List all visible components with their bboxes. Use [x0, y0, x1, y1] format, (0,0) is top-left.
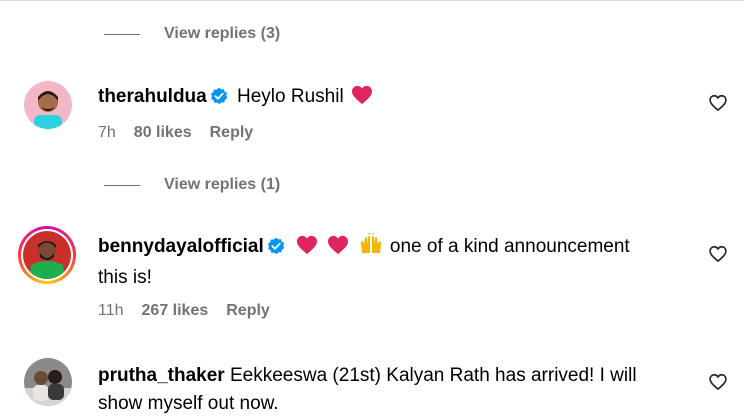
like-heart-icon[interactable] — [708, 372, 728, 392]
comment-text: Eekkeeswa (21st) Kalyan Rath has arrived… — [229, 365, 637, 386]
avatar-image — [24, 358, 72, 406]
like-heart-icon[interactable] — [708, 93, 728, 113]
replies-line — [104, 33, 140, 35]
red-heart-icon — [327, 235, 349, 264]
comment-text-line2: show myself out now. — [98, 393, 279, 414]
avatar-image — [24, 81, 72, 129]
timestamp: 7h — [98, 124, 116, 141]
red-heart-icon — [296, 235, 318, 264]
username[interactable]: therahuldua — [98, 86, 207, 107]
story-ring[interactable] — [18, 226, 76, 284]
comment-body: prutha_thaker Eekkeeswa (21st) Kalyan Ra… — [98, 362, 688, 418]
view-replies-label: View replies (3) — [164, 25, 281, 42]
comment-text: one of a kind announcement — [389, 236, 630, 257]
raising-hands-icon — [359, 232, 383, 264]
view-replies-button[interactable]: View replies (1) — [104, 176, 280, 194]
comment-body: bennydayalofficial one of a kind announc… — [98, 232, 688, 292]
view-replies-label: View replies (1) — [164, 176, 281, 193]
replies-line — [104, 184, 140, 186]
avatar-image — [23, 231, 71, 279]
divider — [0, 0, 744, 1]
verified-badge-icon — [267, 236, 285, 264]
comment-body: therahuldua Heylo Rushil — [98, 83, 688, 114]
avatar[interactable] — [24, 81, 72, 129]
username[interactable]: bennydayalofficial — [98, 236, 264, 257]
verified-badge-icon — [210, 86, 228, 114]
red-heart-icon — [351, 85, 373, 114]
reply-button[interactable]: Reply — [210, 124, 254, 142]
comment-text-line2: this is! — [98, 267, 152, 288]
likes-count[interactable]: 80 likes — [134, 124, 192, 142]
reply-button[interactable]: Reply — [226, 302, 270, 320]
comment-meta: 7h 80 likes Reply — [98, 124, 253, 142]
timestamp: 11h — [98, 302, 124, 319]
view-replies-button[interactable]: View replies (3) — [104, 25, 280, 43]
avatar — [23, 231, 71, 279]
avatar[interactable] — [24, 358, 72, 406]
comment-text: Heylo Rushil — [237, 86, 344, 107]
comment-meta: 11h 267 likes Reply — [98, 302, 270, 320]
likes-count[interactable]: 267 likes — [142, 302, 209, 320]
username[interactable]: prutha_thaker — [98, 365, 225, 386]
like-heart-icon[interactable] — [708, 244, 728, 264]
